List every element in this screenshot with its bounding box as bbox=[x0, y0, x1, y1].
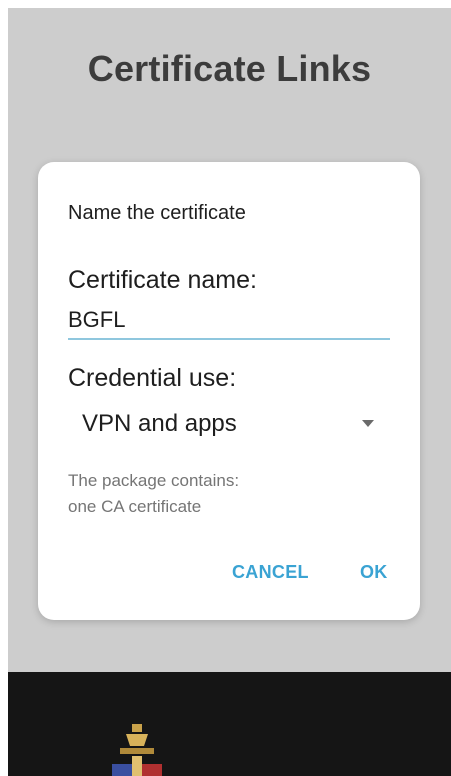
cancel-button[interactable]: CANCEL bbox=[226, 558, 315, 587]
credential-use-value: VPN and apps bbox=[82, 410, 237, 437]
ok-button[interactable]: OK bbox=[354, 558, 394, 587]
dialog-heading: Name the certificate bbox=[68, 202, 246, 224]
page-title: Certificate Links bbox=[87, 48, 372, 89]
package-info-line: one CA certificate bbox=[68, 497, 202, 516]
chevron-down-icon bbox=[362, 420, 374, 427]
credential-use-label: Credential use: bbox=[68, 364, 237, 392]
credential-use-select[interactable]: VPN and apps bbox=[68, 402, 390, 446]
app-screen: Certificate Links Name the certificate C… bbox=[8, 8, 451, 776]
package-info: The package contains: one CA certificate bbox=[68, 468, 239, 520]
package-info-line: The package contains: bbox=[68, 471, 240, 490]
crest-icon bbox=[112, 724, 162, 776]
name-certificate-dialog: Name the certificate Certificate name: C… bbox=[38, 162, 420, 620]
certificate-name-label: Certificate name: bbox=[68, 266, 257, 294]
footer-bar bbox=[8, 672, 451, 776]
certificate-name-input[interactable] bbox=[68, 302, 390, 340]
